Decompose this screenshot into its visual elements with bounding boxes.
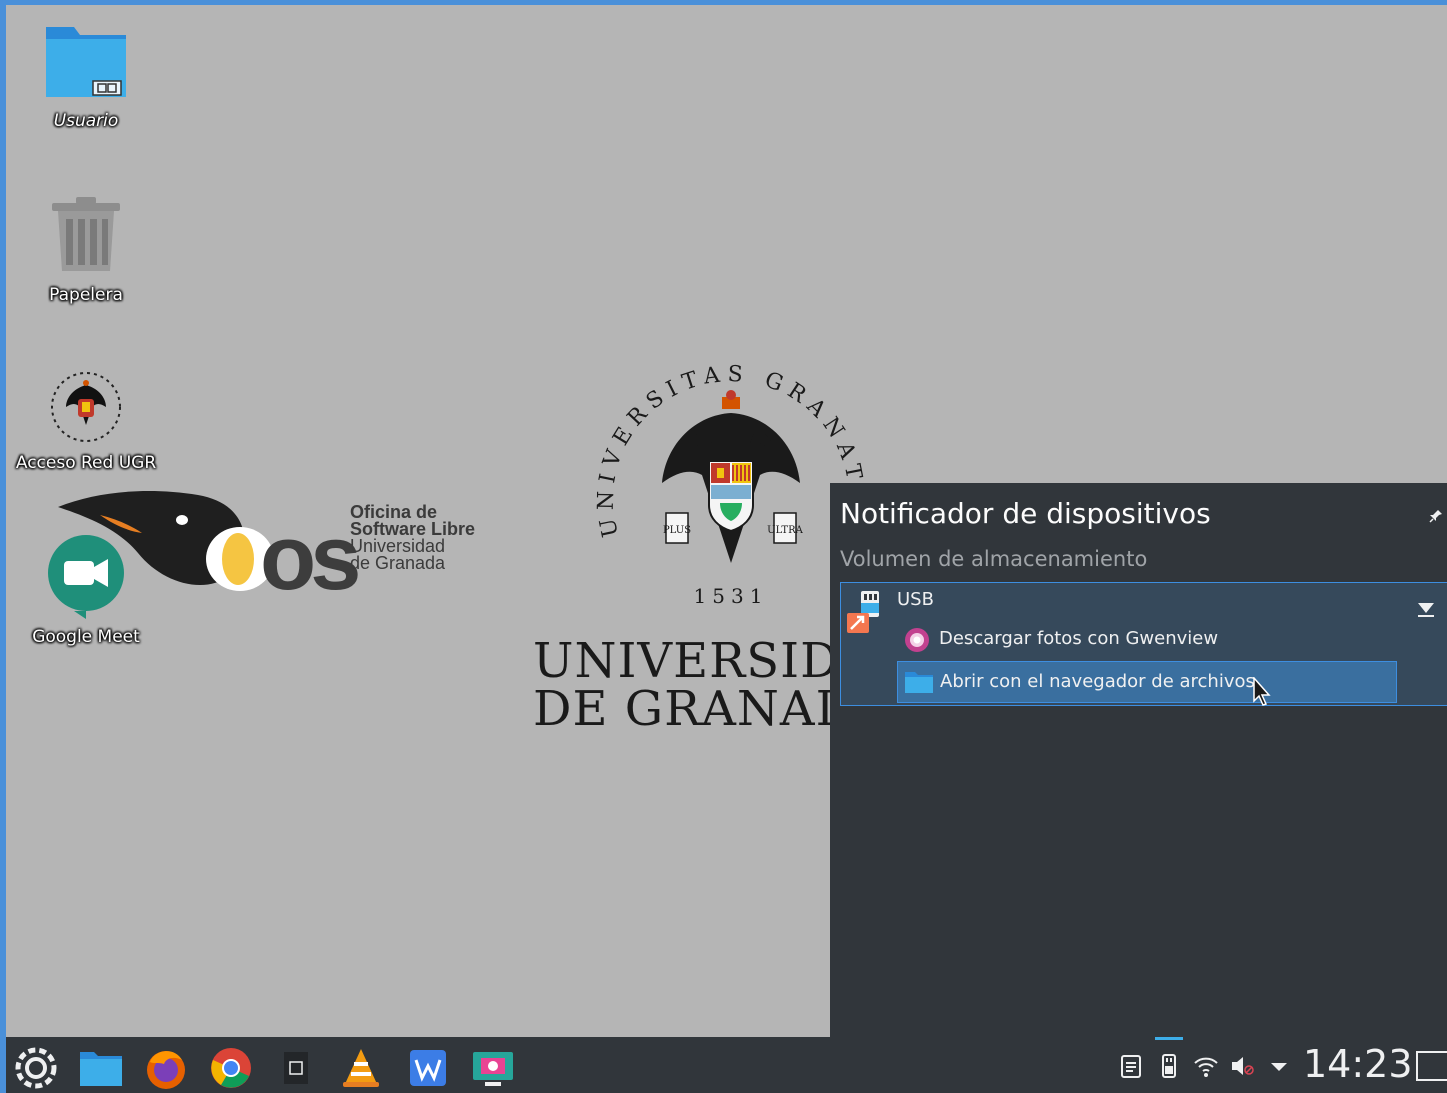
osl-mark: osl [260, 507, 358, 599]
folder-icon [905, 672, 933, 693]
taskbar: 14:23 [6, 1037, 1447, 1093]
mouse-cursor-icon [1253, 677, 1271, 706]
desktop-icon-label: Acceso Red UGR [15, 453, 157, 473]
ugr-year: 1531 [694, 584, 769, 608]
gwenview-icon [905, 628, 929, 652]
chrome-icon[interactable] [209, 1046, 253, 1090]
firefox-icon[interactable] [144, 1046, 188, 1090]
desktop-icon-papelera[interactable]: Papelera [11, 193, 161, 305]
ugr-name-line: UNIVERSIDAD [533, 633, 915, 689]
device-notifier-popup: Notificador de dispositivos Volumen de a… [830, 483, 1447, 1037]
tray-expand-icon[interactable] [1266, 1053, 1292, 1079]
desktop-icon-google-meet[interactable]: Google Meet [11, 533, 161, 647]
wifi-icon[interactable] [1193, 1053, 1219, 1079]
volume-muted-icon[interactable] [1229, 1053, 1255, 1079]
pin-icon[interactable] [1429, 509, 1443, 523]
google-meet-icon [48, 535, 124, 619]
notes-icon[interactable] [274, 1046, 318, 1090]
ugr-shield-right: ULTRA [767, 525, 803, 536]
ugr-crest-icon [51, 372, 121, 442]
clipboard-icon[interactable] [1118, 1053, 1144, 1079]
action-open-file-manager[interactable]: Abrir con el navegador de archivos [897, 661, 1397, 703]
ugr-shield-left: PLUS [663, 525, 691, 536]
usb-device-icon[interactable] [1156, 1053, 1182, 1079]
clock[interactable]: 14:23 [1303, 1042, 1413, 1086]
file-manager-icon[interactable] [79, 1046, 123, 1090]
vlc-icon[interactable] [339, 1046, 383, 1090]
folder-home-icon [46, 27, 126, 97]
active-indicator [1155, 1037, 1183, 1040]
ugr-crest-logo: UNIVERSITAS GRANATENSIS 1531 PLUS ULTRA [596, 353, 861, 608]
device-item-usb[interactable]: USB Descargar fotos con Gwenview Abrir c… [840, 582, 1447, 706]
show-desktop-button[interactable] [1416, 1051, 1447, 1081]
ugr-name-logo: UNIVERSIDAD DE GRANADA [533, 633, 915, 737]
collapse-arrow-icon[interactable] [1415, 597, 1437, 619]
ugr-name-line: DE GRANADA [533, 681, 891, 737]
popup-subtitle: Volumen de almacenamiento [840, 547, 1148, 571]
popup-title: Notificador de dispositivos [840, 497, 1211, 530]
action-download-photos-gwenview[interactable]: Descargar fotos con Gwenview [897, 619, 1397, 661]
desktop-icon-label: Google Meet [32, 627, 140, 647]
action-label: Descargar fotos con Gwenview [939, 628, 1219, 649]
desktop-icon-usuario[interactable]: Usuario [11, 21, 161, 131]
action-label: Abrir con el navegador de archivos [940, 671, 1255, 692]
device-name: USB [897, 589, 934, 610]
desktop-icon-label: Papelera [49, 285, 123, 305]
desktop-icon-acceso-red-ugr[interactable]: Acceso Red UGR [11, 369, 161, 473]
wps-writer-icon[interactable] [406, 1046, 450, 1090]
screenshot-icon[interactable] [471, 1046, 515, 1090]
desktop-icon-label: Usuario [53, 111, 119, 131]
osl-line: de Granada [350, 553, 446, 573]
trash-icon [52, 197, 120, 271]
usb-drive-icon [847, 591, 879, 633]
application-launcher-icon[interactable] [14, 1046, 58, 1090]
